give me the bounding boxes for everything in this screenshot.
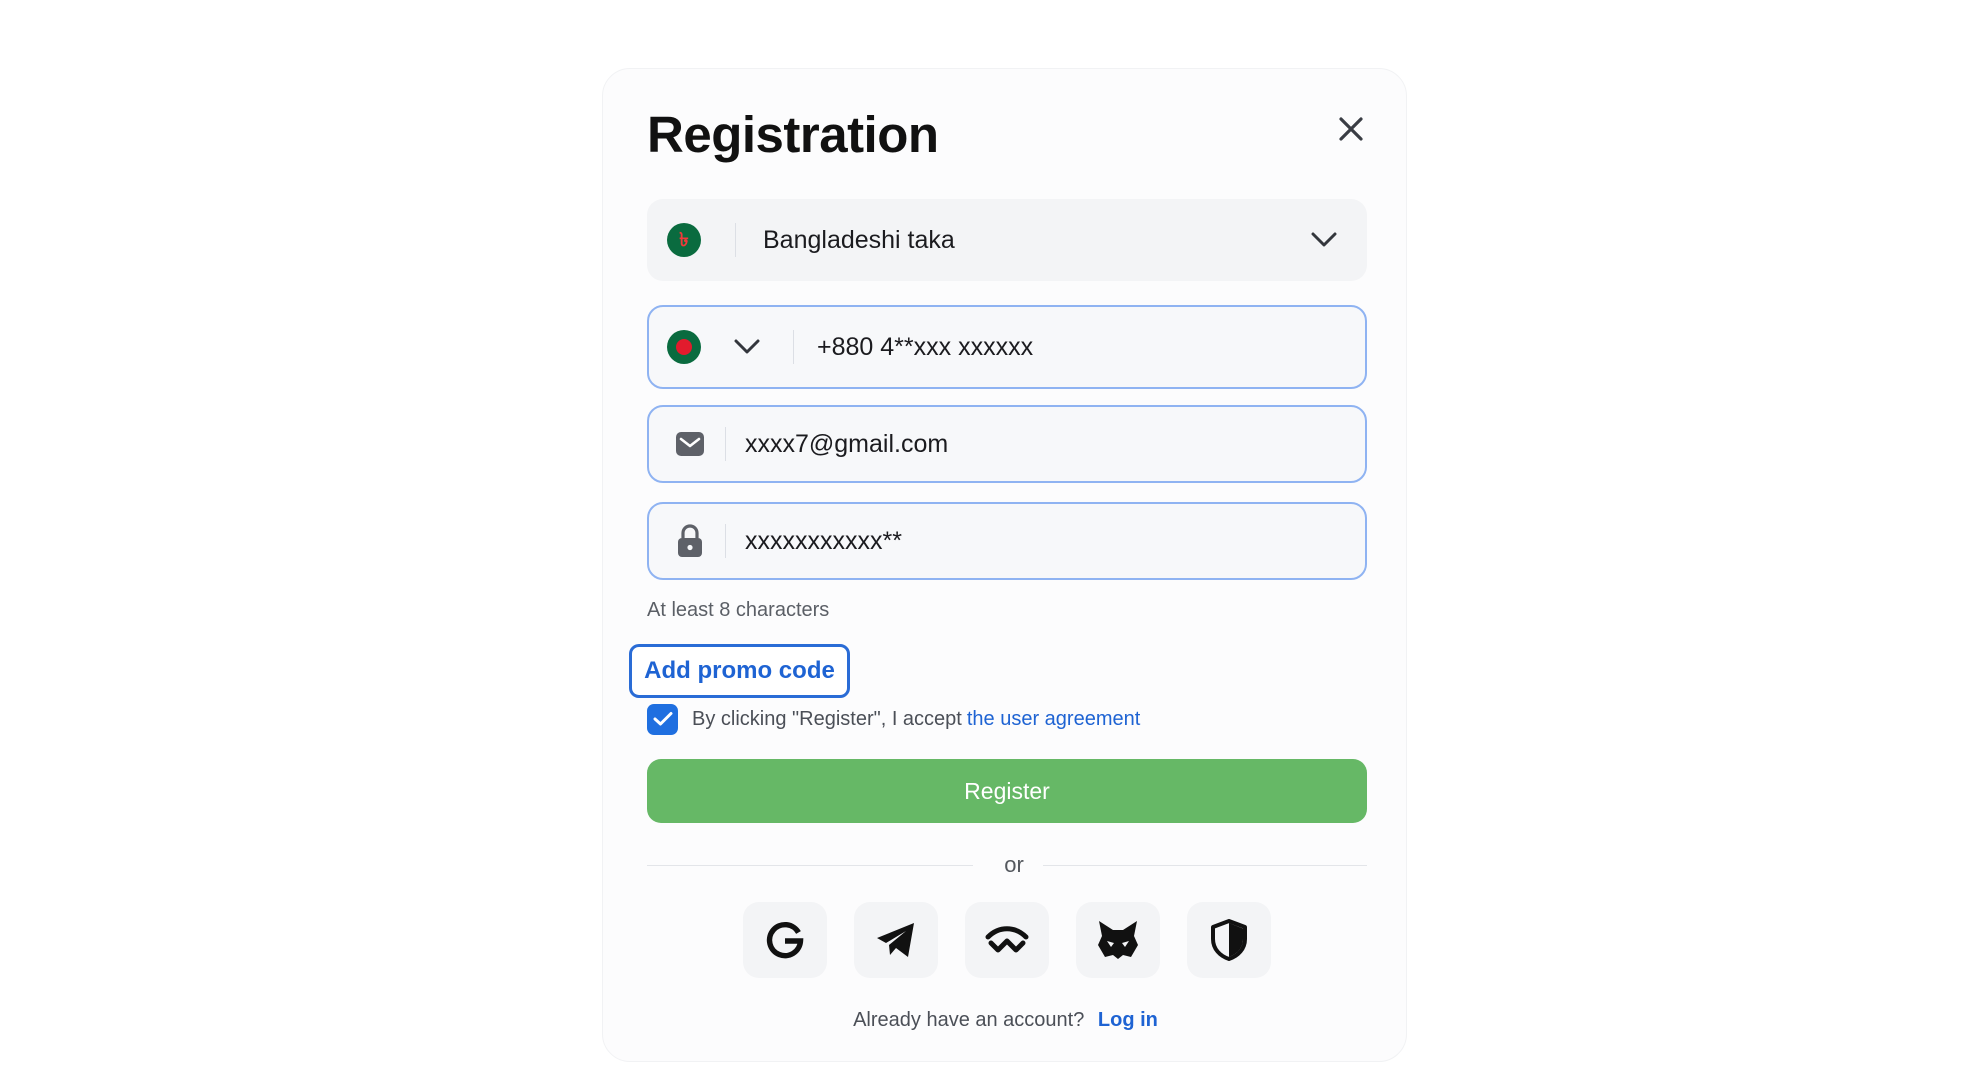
- shield-login-button[interactable]: [1187, 902, 1271, 978]
- bangladesh-flag-icon: ৳: [667, 223, 701, 257]
- walletconnect-login-button[interactable]: [965, 902, 1049, 978]
- phone-input[interactable]: +880 4**xxx xxxxxx: [817, 333, 1033, 362]
- modal-title: Registration: [647, 106, 939, 163]
- or-divider-text: or: [1004, 852, 1024, 877]
- registration-modal: Registration ৳ Bangladeshi taka +880 4**…: [602, 68, 1407, 1062]
- shield-icon: [1211, 919, 1247, 961]
- separator: [725, 524, 726, 558]
- agreement-row: By clicking "Register", I accept the use…: [647, 702, 1140, 736]
- mail-icon: [676, 432, 704, 456]
- agreement-text: By clicking "Register", I accept: [692, 707, 962, 730]
- separator: [735, 223, 736, 257]
- separator: [793, 330, 794, 364]
- currency-select[interactable]: ৳ Bangladeshi taka: [647, 199, 1367, 281]
- user-agreement-link[interactable]: the user agreement: [967, 708, 1140, 731]
- taka-symbol: ৳: [679, 228, 689, 251]
- metamask-login-button[interactable]: [1076, 902, 1160, 978]
- chevron-down-icon: [1311, 232, 1337, 247]
- add-promo-code-button[interactable]: Add promo code: [629, 644, 850, 698]
- close-button[interactable]: [1331, 109, 1371, 149]
- password-field: xxxxxxxxxxx**: [647, 502, 1367, 580]
- checkmark-icon: [653, 712, 672, 726]
- google-login-button[interactable]: [743, 902, 827, 978]
- password-hint: At least 8 characters: [647, 599, 830, 621]
- agreement-checkbox[interactable]: [647, 703, 678, 735]
- phone-field: +880 4**xxx xxxxxx: [647, 305, 1367, 389]
- password-input[interactable]: xxxxxxxxxxx**: [745, 527, 902, 556]
- currency-value: Bangladeshi taka: [763, 225, 955, 254]
- close-icon: [1339, 117, 1363, 141]
- telegram-icon: [877, 923, 914, 957]
- email-field: xxxx7@gmail.com: [647, 405, 1367, 483]
- chevron-down-icon: [734, 339, 760, 354]
- metamask-icon: [1098, 921, 1138, 959]
- separator: [725, 427, 726, 461]
- telegram-login-button[interactable]: [854, 902, 938, 978]
- lock-icon: [678, 524, 702, 557]
- login-question: Already have an account?: [853, 1009, 1085, 1031]
- google-icon: [766, 921, 804, 959]
- login-prompt: Already have an account? Log in: [603, 1009, 1408, 1032]
- divider-line-right: [1043, 865, 1367, 866]
- bangladesh-flag-icon: [667, 330, 701, 364]
- email-input[interactable]: xxxx7@gmail.com: [745, 430, 948, 459]
- walletconnect-icon: [985, 926, 1029, 953]
- login-link[interactable]: Log in: [1098, 1009, 1158, 1031]
- divider-line-left: [647, 865, 973, 866]
- register-button[interactable]: Register: [647, 759, 1367, 823]
- country-code-dropdown[interactable]: [729, 331, 765, 363]
